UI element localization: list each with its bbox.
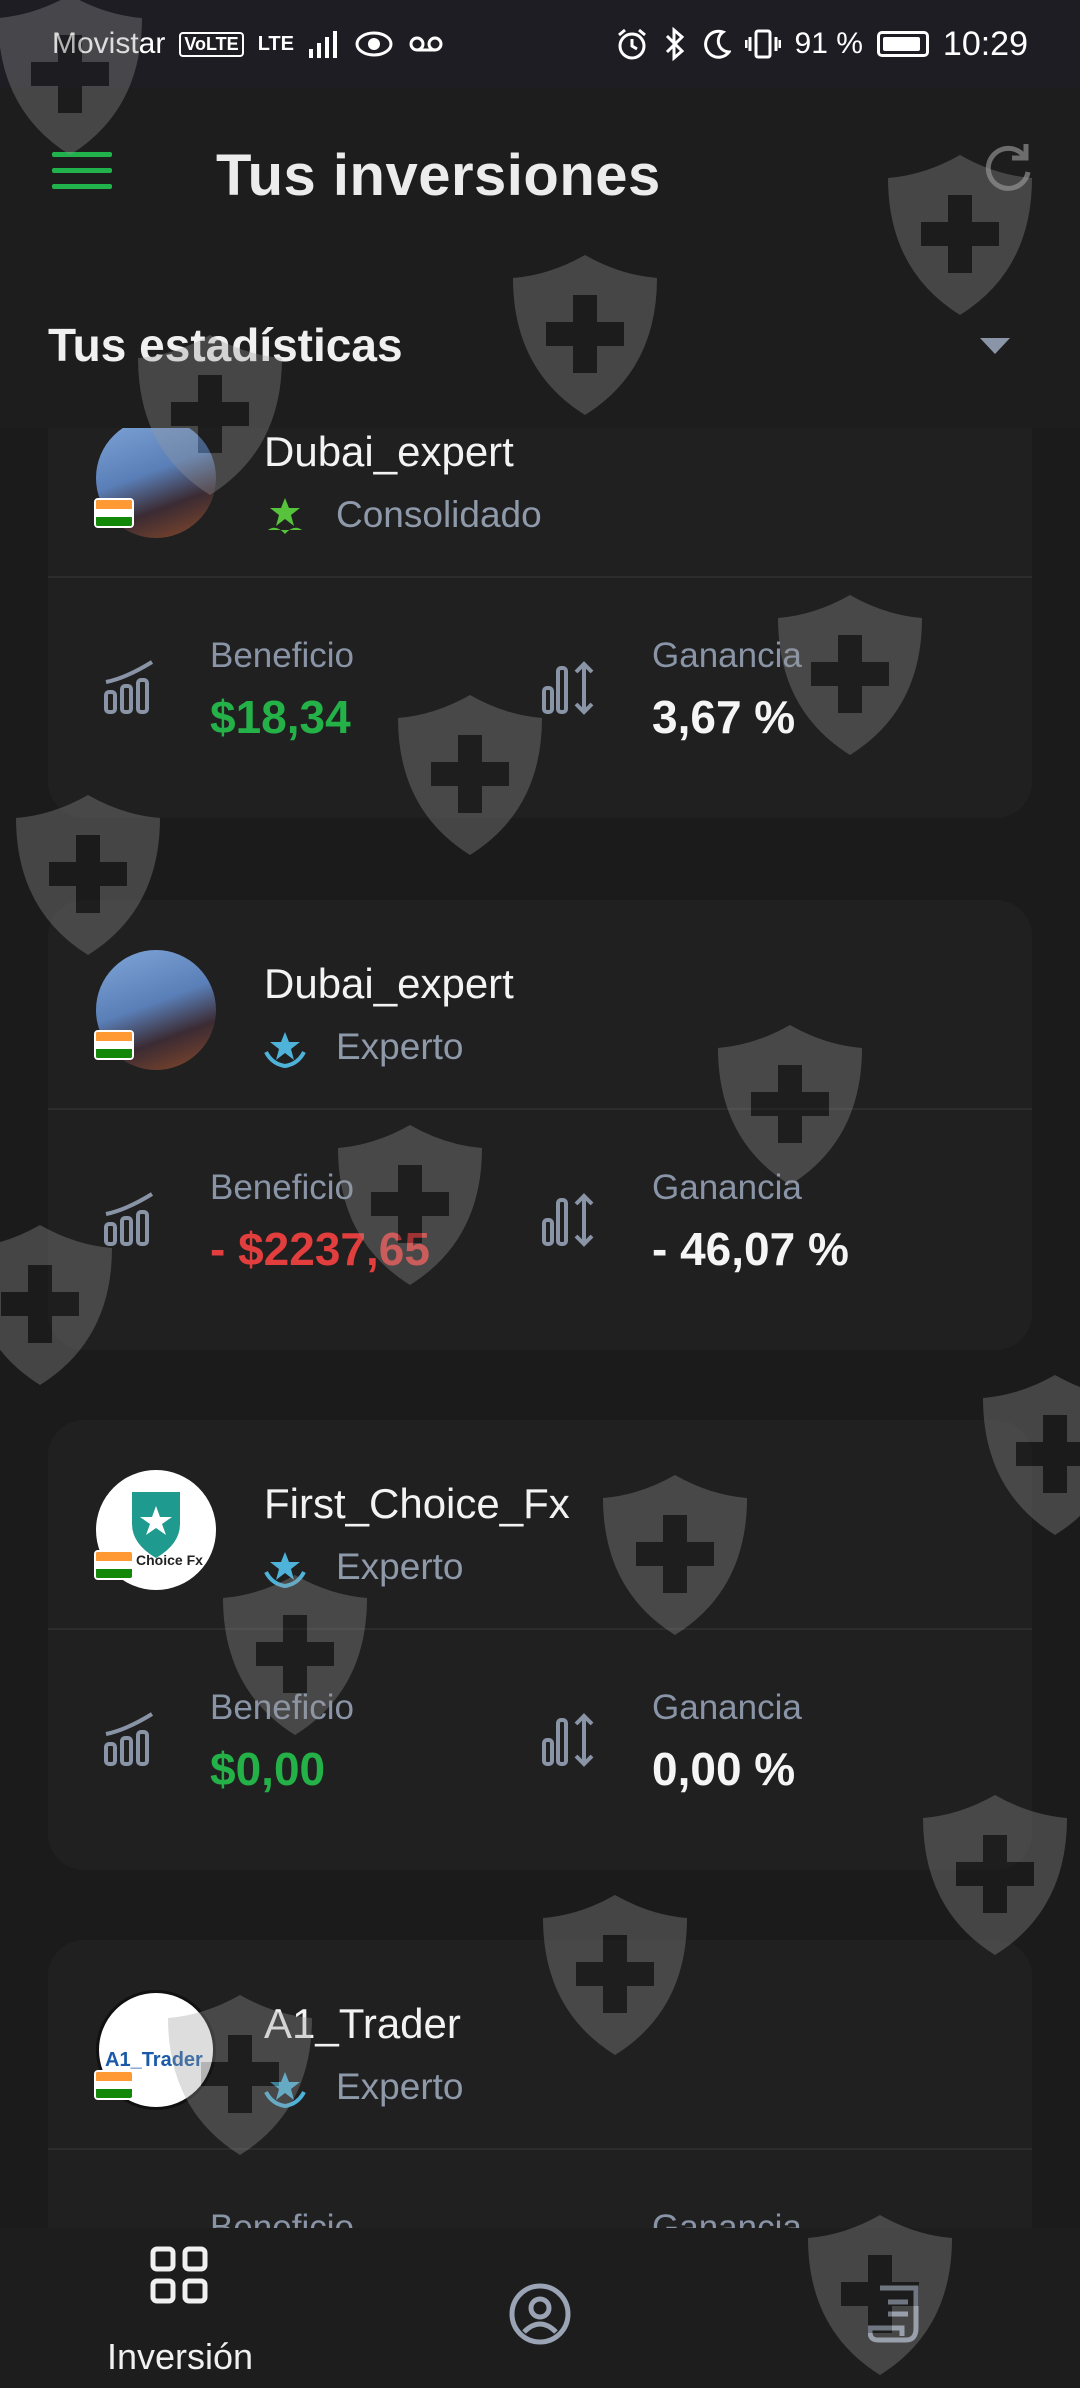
gain-label: Ganancia [652, 1688, 802, 1727]
document-icon [868, 2285, 919, 2343]
gain-label: Ganancia [652, 2208, 802, 2228]
nav-profile[interactable] [360, 2228, 720, 2388]
avatar-caption: Choice Fx [136, 1552, 203, 1568]
gain-label: Ganancia [652, 636, 802, 675]
card-header: A1_Trader A1_Trader Experto [48, 1940, 1032, 2140]
india-flag-icon [94, 1550, 134, 1580]
status-right: 91 % 10:29 [615, 25, 1028, 64]
divider [48, 576, 1032, 578]
card-header: Dubai_expert Experto [48, 900, 1032, 1100]
india-flag-icon [94, 2070, 134, 2100]
investment-card[interactable]: Choice Fx First_Choice_Fx Experto Benefi… [48, 1420, 1032, 1870]
battery-icon [876, 31, 929, 57]
status-bar: Movistar VoLTE LTE 91 % 10:29 [0, 0, 1080, 88]
refresh-icon[interactable] [978, 138, 1038, 198]
statistics-header[interactable]: Tus estadísticas [0, 258, 1080, 428]
gain-label: Ganancia [652, 1168, 802, 1207]
benefit-label: Beneficio [210, 636, 354, 675]
bottom-navigation: Inversión [0, 2228, 1080, 2388]
rank-consolidated-icon [268, 498, 302, 534]
trader-rank: Consolidado [336, 494, 542, 535]
nav-investment[interactable]: Inversión [0, 2228, 360, 2388]
gain-arrows-icon [542, 1193, 594, 1247]
profile-icon [509, 2283, 571, 2345]
clock: 10:29 [942, 24, 1028, 63]
page-title: Tus inversiones [216, 143, 661, 208]
divider [48, 1628, 1032, 1630]
rank-expert-icon [264, 1552, 306, 1589]
trader-name: First_Choice_Fx [264, 1480, 570, 1527]
rank-expert-icon [264, 1032, 306, 1069]
card-header: Choice Fx First_Choice_Fx Experto [48, 1420, 1032, 1620]
growth-chart-icon [104, 1192, 154, 1246]
volte-badge: VoLTE [179, 31, 244, 57]
rank-expert-icon [264, 2072, 306, 2109]
battery-percent: 91 % [794, 27, 863, 60]
card-header: Dubai_expert Consolidado [48, 428, 1032, 568]
lte-label: LTE [257, 32, 294, 55]
trader-name: A1_Trader [264, 2000, 461, 2047]
divider [48, 1108, 1032, 1110]
app-bar: Tus inversiones [0, 88, 1080, 258]
signal-icon [308, 31, 337, 58]
avatar-caption: A1_Trader [105, 2049, 203, 2071]
trader-name: Dubai_expert [264, 960, 514, 1007]
nav-investment-label: Inversión [106, 2336, 254, 2377]
growth-chart-icon [104, 660, 154, 714]
investment-card[interactable]: Dubai_expert Experto Beneficio - $2237,6… [48, 900, 1032, 1350]
benefit-label: Beneficio [210, 1688, 354, 1727]
trader-name: Dubai_expert [264, 428, 514, 475]
divider [48, 2148, 1032, 2150]
voicemail-icon [409, 36, 443, 52]
chevron-down-icon[interactable] [980, 338, 1010, 354]
eye-icon [355, 31, 393, 57]
gain-arrows-icon [542, 1713, 594, 1767]
investment-card[interactable]: A1_Trader A1_Trader Experto Beneficio Ga… [48, 1940, 1032, 2228]
vibrate-icon [744, 29, 781, 59]
gain-value: - 46,07 % [652, 1223, 849, 1275]
trader-rank: Experto [336, 1546, 464, 1587]
status-left: Movistar VoLTE LTE [52, 27, 444, 61]
statistics-title: Tus estadísticas [48, 319, 403, 371]
gain-arrows-icon [542, 661, 594, 715]
trader-rank: Experto [336, 2066, 464, 2107]
alarm-icon [617, 28, 646, 60]
trader-rank: Experto [336, 1026, 464, 1067]
gain-value: 3,67 % [652, 691, 796, 743]
carrier-name: Movistar [52, 27, 166, 60]
benefit-value: $0,00 [210, 1743, 326, 1795]
investment-list[interactable]: Dubai_expert Consolidado Beneficio $18,3… [0, 428, 1080, 2228]
benefit-label: Beneficio [210, 2208, 354, 2228]
grid-icon [150, 2246, 208, 2304]
benefit-value: $18,34 [210, 691, 351, 743]
growth-chart-icon [104, 1712, 154, 1766]
gain-value: 0,00 % [652, 1743, 796, 1795]
menu-icon[interactable] [52, 152, 112, 192]
india-flag-icon [94, 1030, 134, 1060]
benefit-label: Beneficio [210, 1168, 354, 1207]
investment-card[interactable]: Dubai_expert Consolidado Beneficio $18,3… [48, 428, 1032, 818]
moon-icon [703, 29, 731, 59]
nav-history[interactable] [720, 2228, 1080, 2388]
bluetooth-icon [665, 27, 684, 61]
benefit-value: - $2237,65 [210, 1223, 430, 1275]
india-flag-icon [94, 498, 134, 528]
